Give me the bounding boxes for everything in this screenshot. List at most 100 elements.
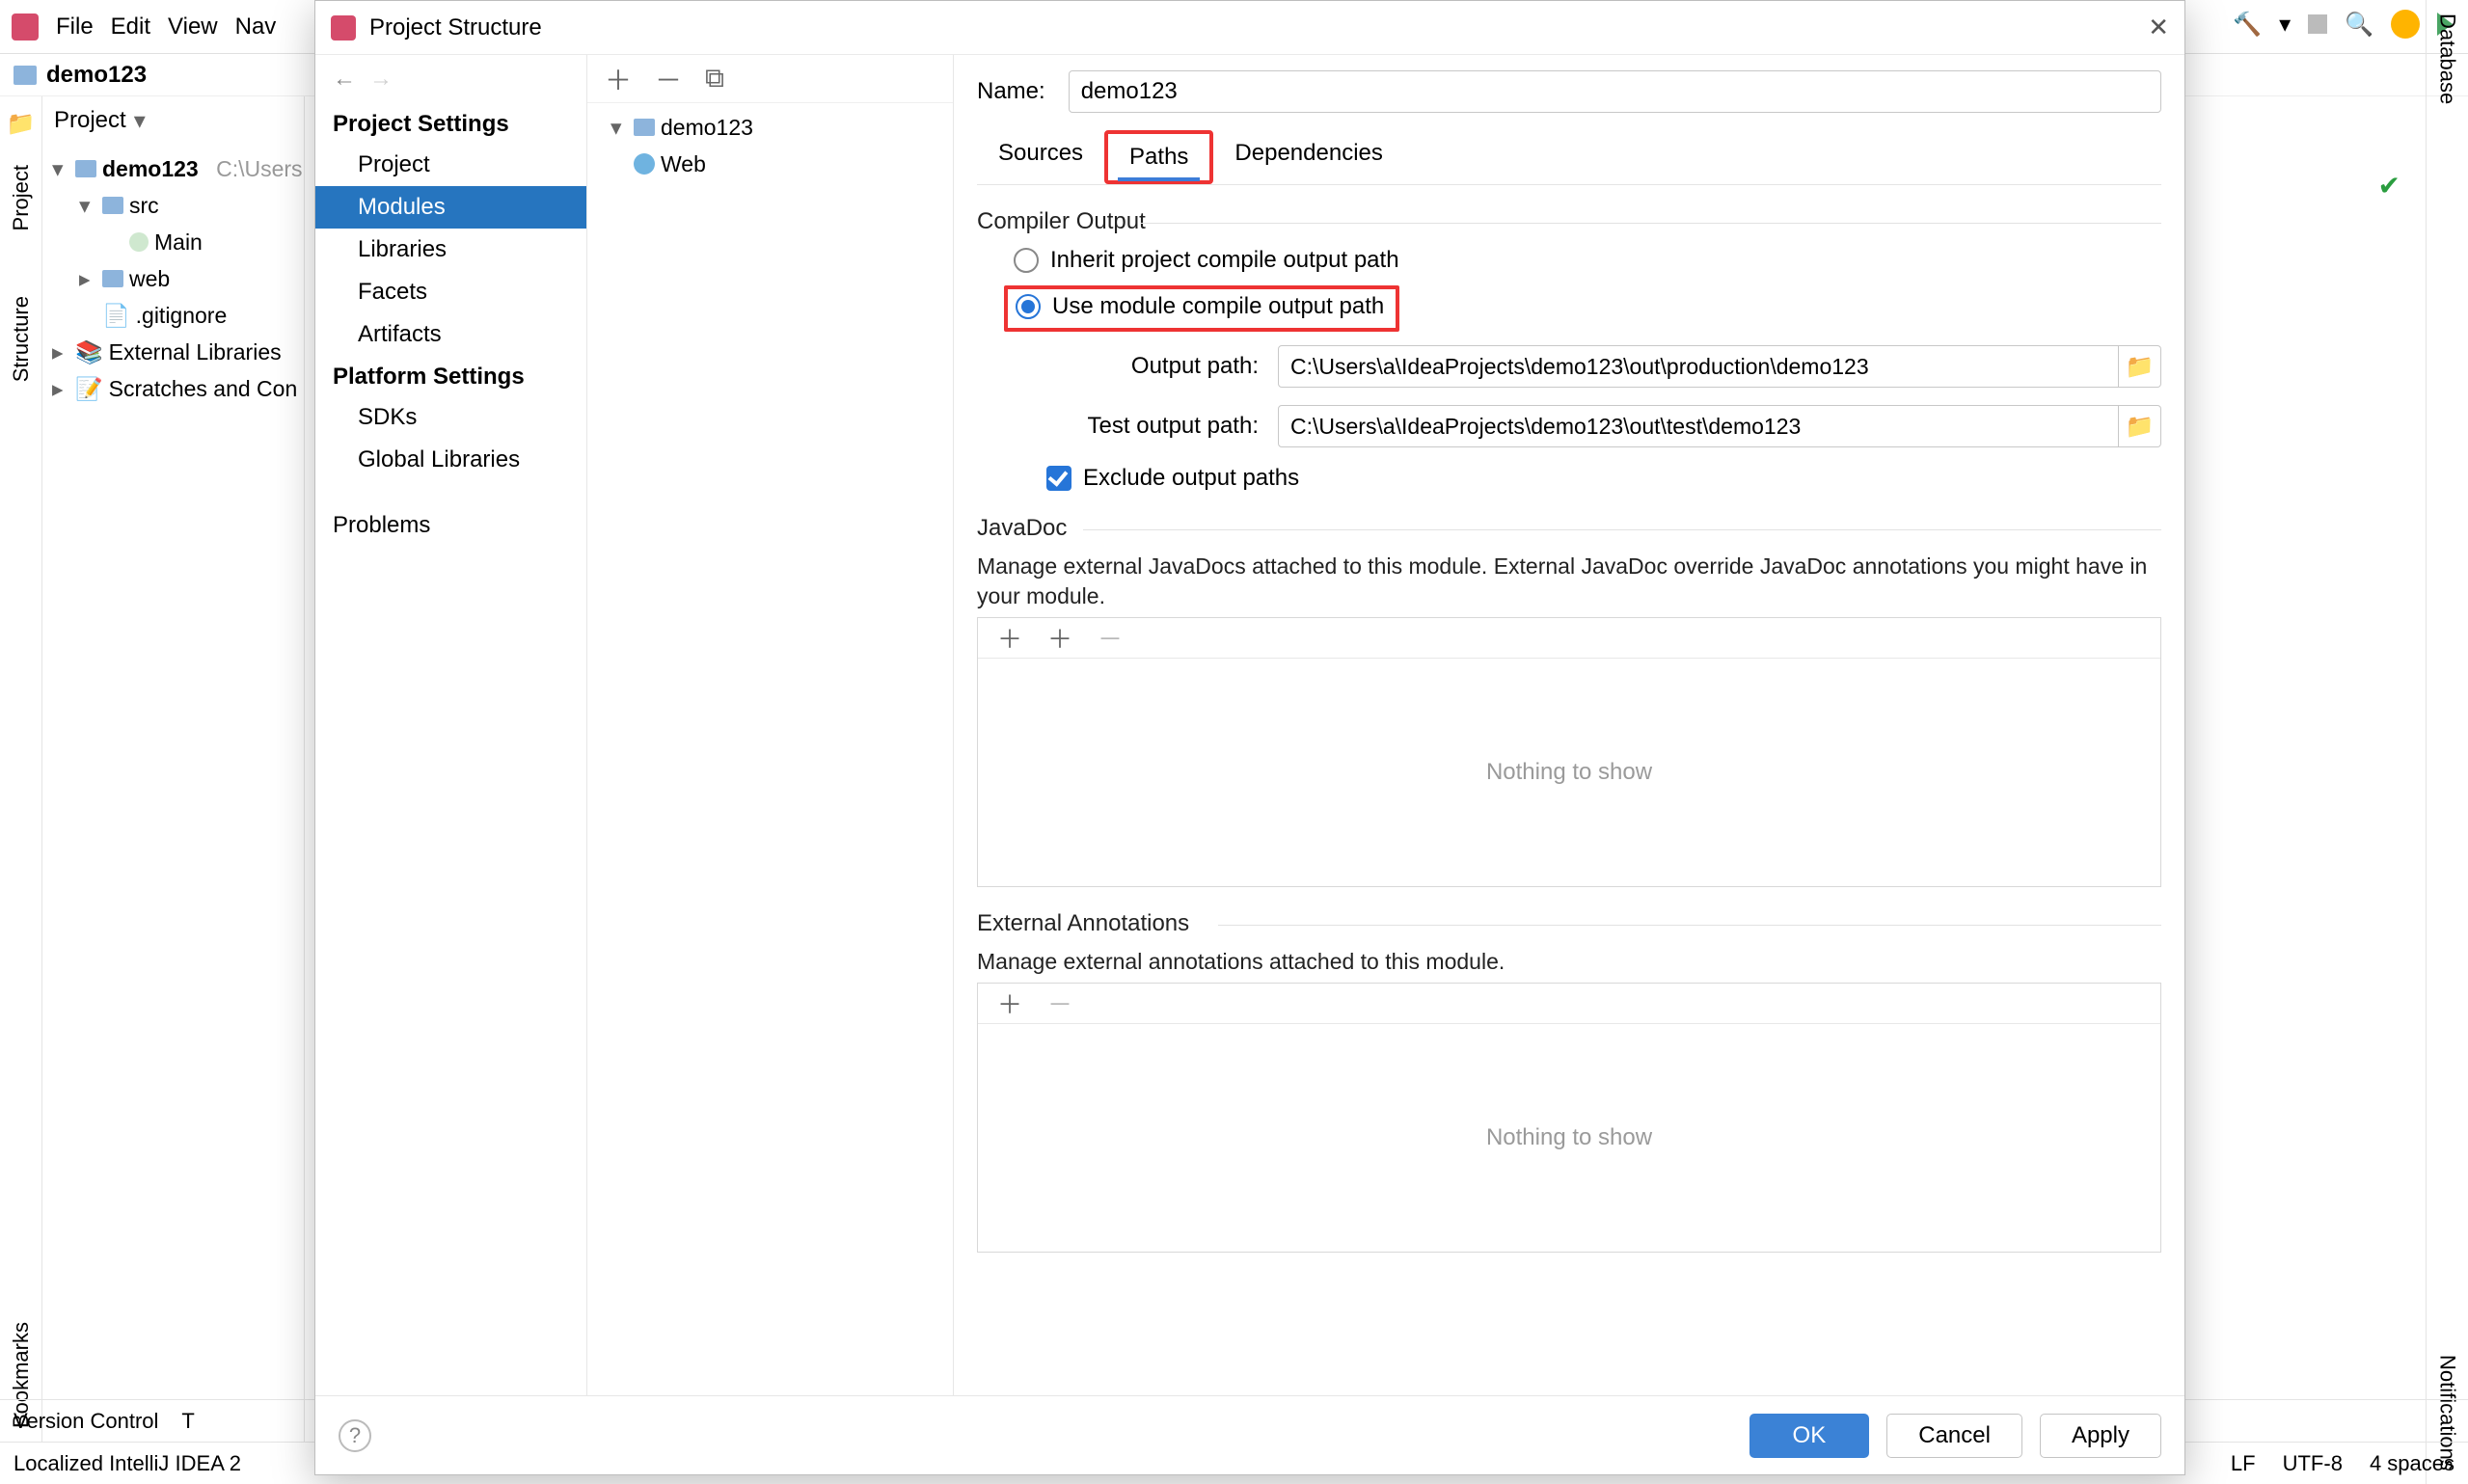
folder-tool-icon[interactable]: 📁 — [7, 110, 36, 138]
right-tool-gutter: Database Notifications — [2426, 0, 2468, 1484]
nav-problems[interactable]: Problems — [315, 504, 586, 547]
close-icon[interactable]: ✕ — [2148, 13, 2169, 42]
nav-modules[interactable]: Modules — [315, 186, 586, 229]
remove-javadoc-icon[interactable]: － — [1098, 620, 1123, 656]
app-icon — [331, 15, 356, 40]
breadcrumb-project[interactable]: demo123 — [46, 62, 147, 89]
annotations-list[interactable]: ＋ － Nothing to show — [977, 983, 2161, 1253]
folder-icon — [75, 160, 96, 177]
javadoc-empty: Nothing to show — [978, 659, 2160, 886]
annotations-desc: Manage external annotations attached to … — [977, 947, 2161, 977]
hammer-icon[interactable]: 🔨 — [2233, 11, 2262, 39]
tab-dependencies[interactable]: Dependencies — [1213, 130, 1403, 184]
menu-edit[interactable]: Edit — [111, 13, 150, 40]
apply-button[interactable]: Apply — [2040, 1414, 2161, 1458]
annotations-legend: External Annotations — [977, 910, 2161, 937]
tree-src[interactable]: src — [129, 193, 159, 219]
file-icon: 📄 — [102, 303, 130, 329]
tree-scratches[interactable]: Scratches and Con — [109, 376, 298, 402]
module-icon — [634, 119, 655, 136]
dropdown-icon[interactable]: ▾ — [2279, 11, 2291, 39]
help-icon[interactable]: ? — [339, 1419, 371, 1452]
cancel-button[interactable]: Cancel — [1886, 1414, 2022, 1458]
tool-project[interactable]: Project — [9, 165, 34, 230]
output-path-label: Output path: — [1046, 353, 1259, 380]
add-module-icon[interactable]: ＋ — [605, 60, 632, 98]
toolbar-right: 🔨 ▾ 🔍 — [2233, 10, 2453, 39]
menu-file[interactable]: File — [56, 13, 94, 40]
copy-module-icon[interactable]: ⧉ — [705, 63, 724, 94]
exclude-output-label: Exclude output paths — [1083, 465, 1299, 492]
upgrade-icon[interactable] — [2391, 10, 2420, 39]
scratch-icon: 📝 — [75, 376, 103, 402]
dialog-title: Project Structure — [369, 14, 542, 41]
chevron-down-icon[interactable]: ▾ — [134, 107, 146, 135]
web-facet-icon — [634, 153, 655, 175]
radio-inherit-label: Inherit project compile output path — [1050, 247, 1399, 274]
project-tool-title[interactable]: Project — [54, 107, 126, 134]
settings-nav: ← → Project Settings Project Modules Lib… — [315, 55, 587, 1395]
exclude-output-checkbox[interactable] — [1046, 466, 1071, 491]
back-icon[interactable]: ← — [333, 66, 356, 93]
nav-facets[interactable]: Facets — [315, 271, 586, 313]
compiler-output-legend: Compiler Output — [977, 208, 2161, 235]
annotations-empty: Nothing to show — [978, 1024, 2160, 1252]
add-javadoc-url-icon[interactable]: ＋ — [1047, 620, 1072, 656]
module-form: Name: Sources Paths Dependencies Compile… — [954, 55, 2184, 1395]
javadoc-legend: JavaDoc — [977, 515, 2161, 542]
status-encoding[interactable]: UTF-8 — [2283, 1451, 2343, 1476]
class-icon — [129, 232, 149, 252]
nav-libraries[interactable]: Libraries — [315, 229, 586, 271]
search-icon[interactable]: 🔍 — [2345, 11, 2373, 39]
module-root[interactable]: demo123 — [661, 115, 753, 141]
dialog-titlebar: Project Structure ✕ — [315, 1, 2184, 55]
tree-web[interactable]: web — [129, 266, 170, 292]
module-name-input[interactable] — [1069, 70, 2161, 113]
project-tree[interactable]: ▾demo123 C:\Users ▾src Main ▸web 📄.gitig… — [42, 145, 304, 413]
add-javadoc-icon[interactable]: ＋ — [997, 620, 1022, 656]
javadoc-desc: Manage external JavaDocs attached to thi… — [977, 552, 2161, 611]
add-annotation-icon[interactable]: ＋ — [997, 985, 1022, 1021]
nav-global-libraries[interactable]: Global Libraries — [315, 439, 586, 481]
status-lineending[interactable]: LF — [2231, 1451, 2256, 1476]
tab-paths[interactable]: Paths — [1104, 130, 1213, 184]
ok-button[interactable]: OK — [1749, 1414, 1870, 1458]
output-path-input[interactable] — [1278, 345, 2119, 388]
folder-icon — [14, 66, 37, 85]
menu-view[interactable]: View — [168, 13, 218, 40]
todo-tab[interactable]: T — [181, 1409, 194, 1434]
nav-sdks[interactable]: SDKs — [315, 396, 586, 439]
tab-sources[interactable]: Sources — [977, 130, 1104, 184]
test-output-path-input[interactable] — [1278, 405, 2119, 447]
project-structure-dialog: Project Structure ✕ ← → Project Settings… — [314, 0, 2185, 1475]
remove-annotation-icon[interactable]: － — [1047, 985, 1072, 1021]
browse-test-output-icon[interactable]: 📁 — [2119, 405, 2161, 447]
status-message: Localized IntelliJ IDEA 2 — [14, 1451, 241, 1476]
app-icon — [12, 13, 39, 40]
radio-module[interactable] — [1016, 294, 1041, 319]
folder-icon — [102, 270, 123, 287]
tree-main[interactable]: Main — [154, 229, 203, 256]
menu-nav[interactable]: Nav — [235, 13, 277, 40]
version-control-tab[interactable]: Version Control — [14, 1409, 158, 1434]
nav-artifacts[interactable]: Artifacts — [315, 313, 586, 356]
javadoc-list[interactable]: ＋ ＋ － Nothing to show — [977, 617, 2161, 887]
tool-database[interactable]: Database — [2435, 13, 2460, 104]
nav-project[interactable]: Project — [315, 144, 586, 186]
folder-icon — [102, 197, 123, 214]
inspections-ok-icon[interactable]: ✔ — [2378, 170, 2400, 202]
tool-structure[interactable]: Structure — [9, 296, 34, 382]
forward-icon[interactable]: → — [369, 66, 393, 93]
browse-output-icon[interactable]: 📁 — [2119, 345, 2161, 388]
tree-root-hint: C:\Users — [216, 156, 302, 182]
module-web[interactable]: Web — [661, 151, 706, 177]
modules-tree-panel: ＋ － ⧉ ▾demo123 Web — [587, 55, 954, 1395]
status-indent[interactable]: 4 spaces — [2370, 1451, 2454, 1476]
radio-inherit[interactable] — [1014, 248, 1039, 273]
remove-module-icon[interactable]: － — [655, 60, 682, 98]
stop-icon[interactable] — [2308, 14, 2327, 34]
tree-root[interactable]: demo123 — [102, 156, 199, 182]
tree-gitignore[interactable]: .gitignore — [136, 303, 228, 329]
name-label: Name: — [977, 78, 1045, 105]
tree-ext-libs[interactable]: External Libraries — [109, 339, 282, 365]
